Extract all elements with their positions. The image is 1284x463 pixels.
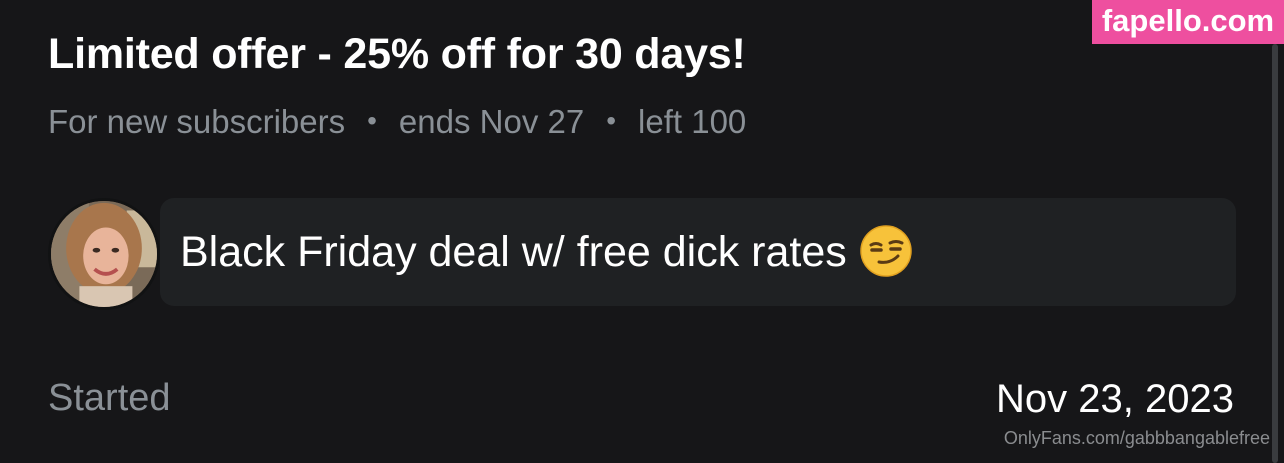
site-watermark: fapello.com <box>1092 0 1284 44</box>
separator-dot: • <box>606 105 617 136</box>
message-text: Black Friday deal w/ free dick rates <box>180 228 847 276</box>
avatar-image <box>51 201 157 307</box>
scrollbar[interactable] <box>1272 44 1278 463</box>
offer-title: Limited offer - 25% off for 30 days! <box>48 30 746 78</box>
offer-remaining: left 100 <box>638 103 747 140</box>
smirking-face-icon <box>859 224 913 278</box>
offer-meta: For new subscribers • ends Nov 27 • left 100 <box>48 103 746 141</box>
started-label: Started <box>48 377 171 419</box>
started-date: Nov 23, 2023 <box>996 377 1234 421</box>
source-credit: OnlyFans.com/gabbbangablefree <box>1003 428 1270 448</box>
offer-message-text: Black Friday deal w/ free dick rates <box>180 224 913 282</box>
avatar[interactable] <box>48 198 160 310</box>
offer-audience: For new subscribers <box>48 103 346 140</box>
separator-dot: • <box>367 105 377 136</box>
offer-ends: ends Nov 27 <box>398 103 585 140</box>
